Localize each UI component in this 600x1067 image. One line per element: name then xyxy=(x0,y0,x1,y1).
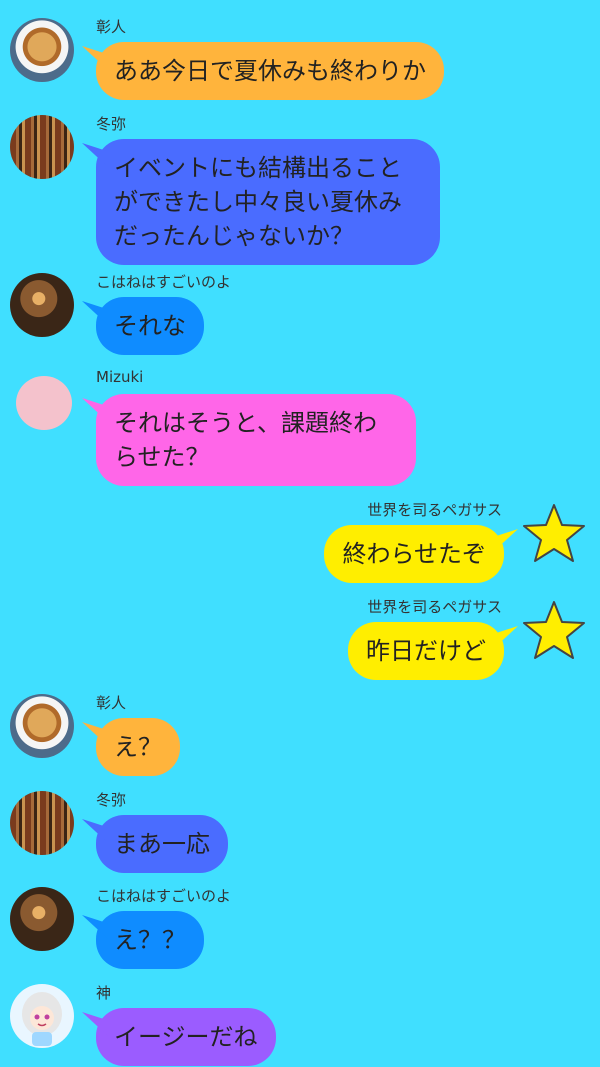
star-icon[interactable] xyxy=(522,501,586,565)
pancake-avatar[interactable] xyxy=(10,694,74,758)
message-bubble[interactable]: まあ一応 xyxy=(96,815,228,873)
anime-character-avatar[interactable] xyxy=(10,984,74,1048)
message-bubble[interactable]: 終わらせたぞ xyxy=(324,525,504,583)
star-icon-graphic xyxy=(523,504,585,562)
star-icon[interactable] xyxy=(522,598,586,662)
sender-name: 冬弥 xyxy=(96,115,127,133)
pancake-avatar[interactable] xyxy=(10,18,74,82)
message-bubble[interactable]: イベントにも結構出ることができたし中々良い夏休みだったんじゃないか？ xyxy=(96,139,440,265)
bookshelf-avatar[interactable] xyxy=(10,115,74,179)
message-bubble[interactable]: ああ今日で夏休みも終わりか xyxy=(96,42,444,100)
sender-name: 神 xyxy=(96,984,112,1002)
cafe-avatar[interactable] xyxy=(10,273,74,337)
sender-name: こはねはすごいのよ xyxy=(96,887,232,905)
message-bubble[interactable]: それな xyxy=(96,297,204,355)
message-bubble[interactable]: イージーだね xyxy=(96,1008,276,1066)
pink-circle-avatar[interactable] xyxy=(10,370,74,434)
sender-name: こはねはすごいのよ xyxy=(96,273,232,291)
sender-name: 彰人 xyxy=(96,694,127,712)
sender-name: Mizuki xyxy=(96,368,144,386)
cafe-avatar[interactable] xyxy=(10,887,74,951)
anime-character-graphic xyxy=(22,992,62,1046)
sender-name: 世界を司るペガサス xyxy=(367,501,502,519)
star-icon-graphic xyxy=(523,601,585,659)
avatar-shape xyxy=(16,376,72,430)
sender-name: 世界を司るペガサス xyxy=(367,598,502,616)
message-bubble[interactable]: え？ xyxy=(96,718,180,776)
sender-name: 冬弥 xyxy=(96,791,127,809)
sender-name: 彰人 xyxy=(96,18,127,36)
message-bubble[interactable]: 昨日だけど xyxy=(348,622,504,680)
message-bubble[interactable]: え？？ xyxy=(96,911,204,969)
message-bubble[interactable]: それはそうと、課題終わらせた？ xyxy=(96,394,416,486)
bookshelf-avatar[interactable] xyxy=(10,791,74,855)
